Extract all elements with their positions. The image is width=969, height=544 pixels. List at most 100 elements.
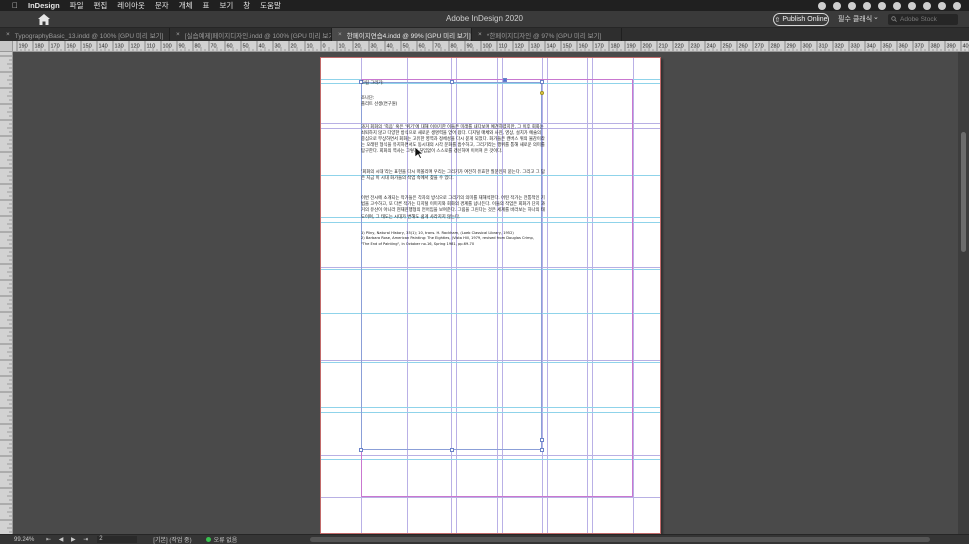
ruler-label: 210 (659, 44, 668, 50)
chevron-down-icon[interactable]: ⌄ (873, 13, 879, 21)
ruler-label: 170 (595, 44, 604, 50)
document-tab[interactable]: × [실습예제]페이지디자인.indd @ 100% [GPU 미리 보기] (170, 28, 332, 41)
close-icon[interactable]: × (338, 31, 342, 38)
ruler-label: 330 (851, 44, 860, 50)
close-icon[interactable]: × (176, 31, 180, 38)
ruler-origin[interactable] (0, 41, 13, 52)
tab-label: TypographyBasic_13.indd @ 100% [GPU 미리 보… (14, 32, 164, 40)
status-icon[interactable] (833, 1, 841, 10)
document-tab-active[interactable]: × 한페이지연습4.indd @ 99% [GPU 미리 보기] (332, 28, 472, 41)
document-tab[interactable]: × *한페이지디자인 @ 97% [GPU 미리 보기] (472, 28, 622, 41)
ruler-label: 30 (371, 44, 377, 50)
ruler-label: 60 (227, 44, 233, 50)
search-placeholder: Adobe Stock (900, 16, 937, 23)
frame-handle[interactable] (359, 448, 363, 452)
menu-table[interactable]: 표 (203, 0, 210, 11)
preflight-status[interactable]: 오류 없음 (205, 535, 237, 544)
document-tab[interactable]: × TypographyBasic_13.indd @ 100% [GPU 미리… (0, 28, 170, 41)
ruler-label: 380 (931, 44, 940, 50)
status-icon[interactable] (818, 1, 826, 10)
menu-type[interactable]: 문자 (155, 0, 169, 11)
tab-label: 한페이지연습4.indd @ 99% [GPU 미리 보기] (346, 32, 471, 40)
workspace-switcher[interactable]: 필수 클래식 (838, 14, 872, 24)
menu-object[interactable]: 개체 (179, 0, 193, 11)
doc-paragraph: ‘회화의 시대’라는 표현을 다시 떠올리며 우리는 그리기가 여전히 유효한 … (361, 169, 545, 181)
stock-search-input[interactable]: Adobe Stock (888, 14, 958, 25)
close-icon[interactable]: × (478, 31, 482, 38)
horizontal-ruler[interactable]: 190 180 170 160 150 140 130 120 110 100 90 80 70 60 50… (13, 41, 969, 52)
ruler-label: 130 (115, 44, 124, 50)
ruler-label: 20 (355, 44, 361, 50)
doc-paragraph: 과거 회화의 ‘죽음’ 혹은 ‘위기’에 대해 이야기한 이들은 미래를 내다보… (361, 124, 545, 155)
status-ok-icon (205, 537, 211, 542)
ruler-label: 80 (195, 44, 201, 50)
status-icon[interactable] (848, 1, 856, 10)
vertical-scrollbar[interactable] (958, 52, 969, 534)
horizontal-scrollbar[interactable] (310, 537, 930, 542)
story-text[interactable]: 그림 그리기: 조나단: 플리트 선생(연구원) 과거 회화의 ‘죽음’ 혹은 … (361, 81, 546, 248)
ruler-label: 150 (563, 44, 572, 50)
ruler-label: 50 (243, 44, 249, 50)
ruler-label: 160 (579, 44, 588, 50)
ruler-label: 260 (739, 44, 748, 50)
scrollbar-thumb[interactable] (961, 132, 966, 252)
vertical-ruler[interactable] (0, 52, 13, 534)
ruler-label: 250 (723, 44, 732, 50)
frame-handle[interactable] (450, 448, 454, 452)
ruler-label: 190 (19, 44, 28, 50)
menu-app-name[interactable]: InDesign (28, 1, 60, 10)
doc-heading: 그림 그리기: (361, 81, 384, 86)
menu-view[interactable]: 보기 (219, 0, 233, 11)
ruler-label: 340 (867, 44, 876, 50)
status-icon[interactable] (893, 1, 901, 10)
out-port[interactable] (540, 438, 544, 442)
ruler-label: 140 (547, 44, 556, 50)
ruler-ticks (0, 55, 12, 533)
doc-paragraph: 이번 전시에 소개되는 작가들은 각자의 방식으로 그리기의 의미를 재해석한다… (361, 196, 545, 220)
ruler-label: 230 (691, 44, 700, 50)
ruler-label: 300 (803, 44, 812, 50)
apple-icon[interactable]:  (8, 1, 22, 10)
mouse-cursor-icon (415, 147, 424, 159)
pasteboard[interactable]: 그림 그리기: 조나단: 플리트 선생(연구원) 과거 회화의 ‘죽음’ 혹은 … (13, 52, 958, 534)
ruler-label: 370 (915, 44, 924, 50)
publish-online-button[interactable]: ⇧ Publish Online (773, 13, 829, 26)
status-icon[interactable] (923, 1, 931, 10)
preflight-profile[interactable]: [기본] (작업 중) (153, 535, 191, 544)
ruler-label: 100 (483, 44, 492, 50)
status-icon[interactable] (863, 1, 871, 10)
ruler-label: 190 (627, 44, 636, 50)
ruler-label: 200 (643, 44, 652, 50)
ruler-label: 100 (163, 44, 172, 50)
close-icon[interactable]: × (6, 31, 10, 38)
zoom-level[interactable]: 99.24% (14, 537, 42, 543)
ruler-label: 120 (131, 44, 140, 50)
row-guide (320, 497, 661, 498)
ruler-label: 80 (451, 44, 457, 50)
ruler-label: 30 (275, 44, 281, 50)
ruler-label: 400 (963, 44, 969, 50)
menu-file[interactable]: 파일 (70, 0, 84, 11)
ruler-label: 390 (947, 44, 956, 50)
frame-handle[interactable] (540, 448, 544, 452)
menu-edit[interactable]: 편집 (93, 0, 107, 11)
ruler-label: 130 (531, 44, 540, 50)
page-number-field[interactable]: 2 (97, 536, 138, 543)
page-navigation[interactable]: ⇤ ◀ ▶ ⇥ (46, 536, 91, 543)
menu-help[interactable]: 도움말 (260, 0, 281, 11)
ruler-label: 110 (147, 44, 156, 50)
ruler-label: 310 (819, 44, 828, 50)
ruler-label: 280 (771, 44, 780, 50)
wifi-icon[interactable] (908, 1, 916, 10)
search-icon[interactable] (938, 1, 946, 10)
mac-menu-bar:  InDesign 파일 편집 레이아웃 문자 개체 표 보기 창 도움말 (0, 0, 969, 11)
menu-window[interactable]: 창 (243, 0, 250, 11)
menu-icon[interactable] (953, 1, 961, 10)
ruler-label: 150 (83, 44, 92, 50)
ruler-label: 90 (467, 44, 473, 50)
ruler-label: 20 (291, 44, 297, 50)
ruler-label: 40 (259, 44, 265, 50)
menu-layout[interactable]: 레이아웃 (117, 0, 145, 11)
ruler-label: 40 (387, 44, 393, 50)
status-icon[interactable] (878, 1, 886, 10)
